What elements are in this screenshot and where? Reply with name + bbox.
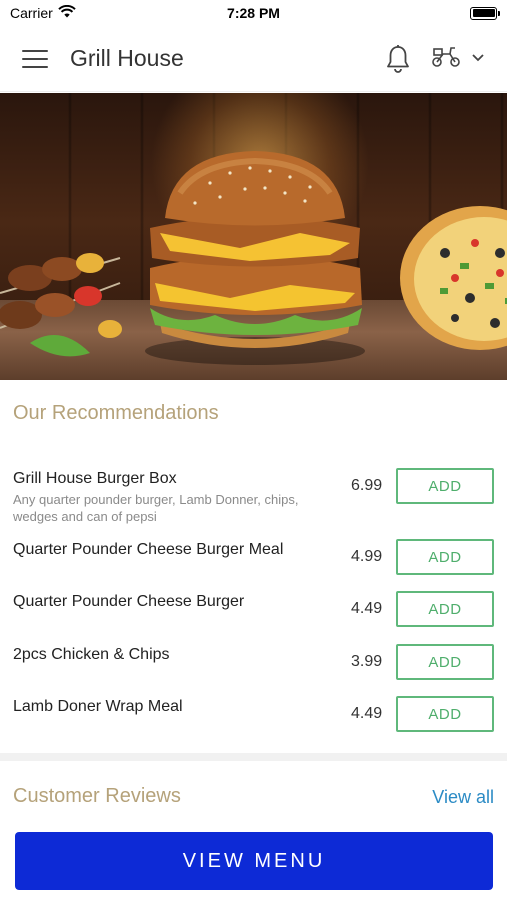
item-price: 6.99	[351, 477, 383, 494]
item-name: Quarter Pounder Cheese Burger	[13, 593, 245, 610]
chevron-down-icon	[471, 50, 485, 68]
view-menu-button[interactable]: VIEW MENU	[15, 832, 493, 890]
item-price: 4.49	[351, 600, 383, 617]
carrier-label: Carrier	[10, 5, 53, 21]
recommendations-title: Our Recommendations	[13, 402, 219, 424]
item-name: Lamb Doner Wrap Meal	[13, 698, 183, 715]
add-button[interactable]: ADD	[396, 468, 494, 504]
header-actions	[385, 44, 485, 74]
add-button[interactable]: ADD	[396, 539, 494, 575]
item-description: Any quarter pounder burger, Lamb Donner,…	[13, 492, 299, 524]
status-left: Carrier	[10, 4, 76, 21]
item-name: Grill House Burger Box	[13, 470, 177, 487]
status-bar: Carrier 7:28 PM	[0, 0, 507, 26]
hamburger-menu-icon[interactable]	[22, 48, 48, 70]
scooter-delivery-icon	[431, 44, 461, 73]
add-button[interactable]: ADD	[396, 696, 494, 732]
wifi-icon	[58, 4, 76, 21]
item-price: 3.99	[351, 653, 383, 670]
add-button[interactable]: ADD	[396, 591, 494, 627]
app-header: Grill House	[0, 26, 507, 92]
bell-icon[interactable]	[385, 44, 411, 74]
item-price: 4.49	[351, 705, 383, 722]
section-divider	[0, 753, 507, 761]
food-banner-image	[0, 93, 507, 380]
reviews-title: Customer Reviews	[13, 785, 181, 807]
kebab-image	[0, 253, 122, 357]
pizza-image	[400, 206, 507, 350]
item-price: 4.99	[351, 548, 383, 565]
item-name: Quarter Pounder Cheese Burger Meal	[13, 541, 284, 558]
delivery-selector[interactable]	[431, 44, 485, 73]
burger-image	[145, 151, 365, 365]
battery-icon	[470, 6, 500, 20]
status-time: 7:28 PM	[227, 5, 280, 21]
view-all-link[interactable]: View all	[432, 787, 494, 808]
page-title: Grill House	[70, 45, 184, 71]
add-button[interactable]: ADD	[396, 644, 494, 680]
item-name: 2pcs Chicken & Chips	[13, 646, 170, 663]
